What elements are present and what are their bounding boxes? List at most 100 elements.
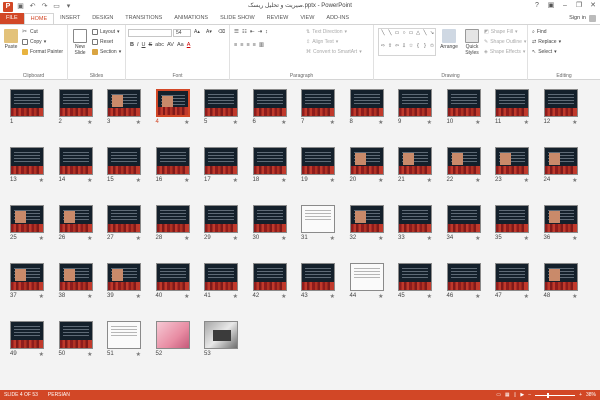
rectangle-shape-icon[interactable]: ▭ xyxy=(394,30,400,36)
transition-star-icon[interactable]: ★ xyxy=(184,235,189,242)
transition-star-icon[interactable]: ★ xyxy=(136,177,141,184)
transition-star-icon[interactable]: ★ xyxy=(87,351,92,358)
slide-thumbnail-7[interactable]: 7 ★ xyxy=(301,89,335,126)
transition-star-icon[interactable]: ★ xyxy=(427,293,432,300)
align-right-icon[interactable]: ≡ xyxy=(246,42,249,48)
slide-thumbnail-42[interactable]: 42 ★ xyxy=(252,263,287,300)
transition-star-icon[interactable]: ★ xyxy=(87,293,92,300)
arrange-button[interactable]: Arrange xyxy=(438,29,460,50)
slide-thumbnail-31[interactable]: 31 ★ xyxy=(301,205,335,242)
format-painter-button[interactable]: Format Painter xyxy=(22,49,63,55)
transition-star-icon[interactable]: ★ xyxy=(330,293,335,300)
convert-smartart-button[interactable]: ⌘ Convert to SmartArt ▾ xyxy=(306,49,362,55)
transition-star-icon[interactable]: ★ xyxy=(524,235,529,242)
numbering-icon[interactable]: ☷ xyxy=(242,29,247,35)
transition-star-icon[interactable]: ★ xyxy=(572,119,577,126)
arrow-shape-icon[interactable]: ⇩ xyxy=(401,43,407,49)
slide-thumbnail-27[interactable]: 27 ★ xyxy=(107,205,141,242)
star-shape-icon[interactable]: ☆ xyxy=(408,43,414,49)
slide-thumbnail-14[interactable]: 14 ★ xyxy=(58,147,93,184)
increase-indent-icon[interactable]: ⇥ xyxy=(257,29,262,35)
transition-star-icon[interactable]: ★ xyxy=(524,293,529,300)
slide-thumbnail-43[interactable]: 43 ★ xyxy=(301,263,335,300)
font-name-combobox[interactable] xyxy=(128,29,172,37)
font-color-button[interactable]: A xyxy=(187,42,191,48)
reading-view-icon[interactable]: ▯ xyxy=(514,390,517,400)
slide-thumbnail-30[interactable]: 30 ★ xyxy=(252,205,287,242)
underline-button[interactable]: U xyxy=(142,42,146,48)
change-case-button[interactable]: Aa xyxy=(177,42,184,48)
tab-animations[interactable]: ANIMATIONS xyxy=(168,13,214,24)
transition-star-icon[interactable]: ★ xyxy=(475,293,480,300)
transition-star-icon[interactable]: ★ xyxy=(330,235,335,242)
line-shape-icon[interactable]: ╲ xyxy=(387,30,393,36)
decrease-indent-icon[interactable]: ⇤ xyxy=(250,29,255,35)
tab-home[interactable]: HOME xyxy=(23,13,55,24)
slide-thumbnail-46[interactable]: 46 ★ xyxy=(446,263,481,300)
transition-star-icon[interactable]: ★ xyxy=(233,177,238,184)
slide-thumbnail-34[interactable]: 34 ★ xyxy=(446,205,481,242)
transition-star-icon[interactable]: ★ xyxy=(572,235,577,242)
transition-star-icon[interactable]: ★ xyxy=(39,293,44,300)
transition-star-icon[interactable]: ★ xyxy=(427,119,432,126)
italic-button[interactable]: I xyxy=(137,42,139,48)
section-button[interactable]: Section ▾ xyxy=(92,49,121,55)
clear-formatting-button[interactable]: ⌫ xyxy=(218,29,225,35)
slide-thumbnail-6[interactable]: 6 ★ xyxy=(252,89,287,126)
transition-star-icon[interactable]: ★ xyxy=(233,293,238,300)
transition-star-icon[interactable]: ★ xyxy=(233,235,238,242)
slide-thumbnail-49[interactable]: 49 ★ xyxy=(10,321,44,358)
transition-star-icon[interactable]: ★ xyxy=(378,177,383,184)
transition-star-icon[interactable]: ★ xyxy=(184,177,189,184)
sign-in-link[interactable]: Sign in xyxy=(569,13,586,24)
text-shadow-button[interactable]: abc xyxy=(155,42,164,48)
oval-shape-icon[interactable]: ○ xyxy=(401,30,407,36)
transition-star-icon[interactable]: ★ xyxy=(378,235,383,242)
slide-thumbnail-37[interactable]: 37 ★ xyxy=(10,263,44,300)
transition-star-icon[interactable]: ★ xyxy=(136,119,141,126)
transition-star-icon[interactable]: ★ xyxy=(524,177,529,184)
slide-thumbnail-51[interactable]: 51 ★ xyxy=(107,321,141,358)
slide-thumbnail-39[interactable]: 39 ★ xyxy=(107,263,141,300)
slide-thumbnail-3[interactable]: 3 ★ xyxy=(107,89,141,126)
tab-insert[interactable]: INSERT xyxy=(54,13,86,24)
tab-review[interactable]: REVIEW xyxy=(261,13,295,24)
shapes-gallery[interactable]: ╲ ╲ ▭ ○ ▭ △ ╲ ↘ ⇨ ⇧ ⇦ ⇩ ☆{} ✩ xyxy=(378,28,436,56)
slide-thumbnail-36[interactable]: 36 ★ xyxy=(543,205,578,242)
replace-button[interactable]: ⇄ Replace ▾ xyxy=(532,39,561,45)
copy-button[interactable]: Copy ▾ xyxy=(22,39,46,45)
justify-icon[interactable]: ≡ xyxy=(253,42,256,48)
close-icon[interactable]: ✕ xyxy=(586,0,600,11)
transition-star-icon[interactable]: ★ xyxy=(281,119,286,126)
slide-thumbnail-29[interactable]: 29 ★ xyxy=(204,205,238,242)
transition-star-icon[interactable]: ★ xyxy=(39,235,44,242)
brace-shape-icon[interactable]: } xyxy=(422,43,428,49)
slide-thumbnail-16[interactable]: 16 ★ xyxy=(155,147,190,184)
slide-thumbnail-21[interactable]: 21 ★ xyxy=(398,147,432,184)
transition-star-icon[interactable]: ★ xyxy=(572,177,577,184)
slide-thumbnail-50[interactable]: 50 ★ xyxy=(58,321,93,358)
tab-slide-show[interactable]: SLIDE SHOW xyxy=(214,13,261,24)
transition-star-icon[interactable]: ★ xyxy=(475,235,480,242)
transition-star-icon[interactable]: ★ xyxy=(184,119,189,126)
slide-thumbnail-23[interactable]: 23 ★ xyxy=(495,147,529,184)
slide-thumbnail-9[interactable]: 9 ★ xyxy=(398,89,432,126)
slide-thumbnail-48[interactable]: 48 ★ xyxy=(543,263,578,300)
slide-thumbnail-45[interactable]: 45 ★ xyxy=(398,263,432,300)
transition-star-icon[interactable]: ★ xyxy=(184,293,189,300)
start-slideshow-icon[interactable]: ▭ xyxy=(52,2,61,11)
align-text-button[interactable]: ⇳ Align Text ▾ xyxy=(306,39,338,45)
star-shape-icon[interactable]: ✩ xyxy=(429,43,435,49)
transition-star-icon[interactable]: ★ xyxy=(87,177,92,184)
slide-thumbnail-10[interactable]: 10 ★ xyxy=(446,89,481,126)
arrow-shape-icon[interactable]: ⇧ xyxy=(387,43,393,49)
slide-thumbnail-40[interactable]: 40 ★ xyxy=(155,263,190,300)
line-shape-icon[interactable]: ╲ xyxy=(380,30,386,36)
help-icon[interactable]: ? xyxy=(530,0,544,11)
bold-button[interactable]: B xyxy=(130,42,134,48)
slide-thumbnail-11[interactable]: 11 ★ xyxy=(495,89,529,126)
save-icon[interactable]: ▣ xyxy=(16,2,25,11)
slide-thumbnail-44[interactable]: 44 ★ xyxy=(349,263,384,300)
character-spacing-button[interactable]: AV xyxy=(167,42,174,48)
columns-icon[interactable]: ▥ xyxy=(259,42,264,48)
